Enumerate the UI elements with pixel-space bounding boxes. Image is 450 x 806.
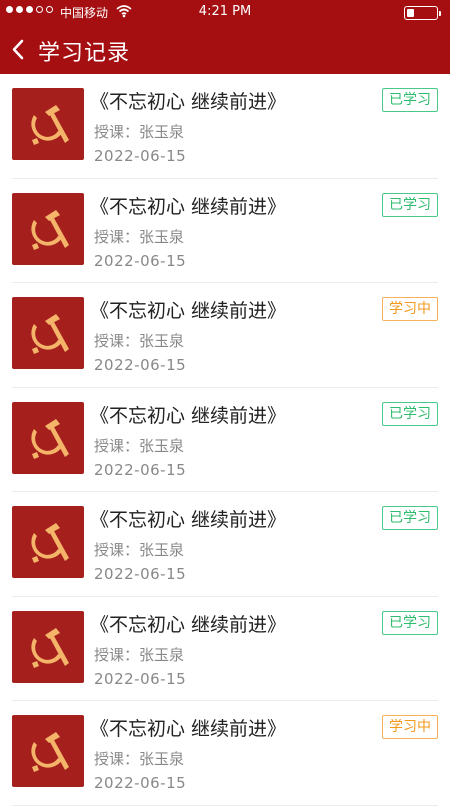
page-title: 学习记录 [38, 41, 131, 66]
course-teacher: 授课：张玉泉 [94, 645, 185, 664]
record-item[interactable]: 《不忘初心 继续前进》 授课：张玉泉 2022-06-15 学习中 [12, 283, 438, 388]
course-title: 《不忘初心 继续前进》 [90, 91, 287, 113]
status-badge: 学习中 [382, 715, 438, 739]
course-teacher: 授课：张玉泉 [94, 123, 185, 141]
study-date: 2022-06-15 [94, 460, 187, 479]
course-title: 《不忘初心 继续前进》 [90, 195, 287, 218]
record-item[interactable]: 《不忘初心 继续前进》 授课：张玉泉 2022-06-15 已学习 [12, 597, 438, 701]
status-badge: 已学习 [382, 401, 438, 426]
status-bar: 中国移动 4:21 PM [0, 0, 450, 25]
status-time: 4:21 PM [198, 4, 252, 19]
study-record-list: 《不忘初心 继续前进》 授课：张玉泉 2022-06-15 已学习 《不忘初心 … [0, 74, 450, 806]
course-title: 《不忘初心 继续前进》 [90, 509, 287, 531]
study-date: 2022-06-15 [94, 669, 187, 688]
course-teacher: 授课：张玉泉 [94, 332, 185, 350]
record-item[interactable]: 《不忘初心 继续前进》 授课：张玉泉 2022-06-15 已学习 [12, 74, 438, 179]
study-date: 2022-06-15 [94, 356, 187, 374]
study-date: 2022-06-15 [94, 147, 187, 165]
record-item[interactable]: 《不忘初心 继续前进》 授课：张玉泉 2022-06-15 已学习 [12, 492, 438, 597]
battery-icon [404, 6, 441, 20]
course-thumbnail [12, 88, 84, 160]
study-date: 2022-06-15 [94, 565, 187, 583]
status-badge: 学习中 [382, 297, 438, 321]
hammer-sickle-icon [31, 627, 69, 668]
course-title: 《不忘初心 继续前进》 [90, 404, 287, 427]
course-teacher: 授课：张玉泉 [94, 227, 185, 246]
course-teacher: 授课：张玉泉 [94, 436, 185, 455]
study-date: 2022-06-15 [94, 774, 187, 792]
hammer-sickle-icon [31, 418, 69, 459]
course-thumbnail [12, 192, 84, 265]
record-item[interactable]: 《不忘初心 继续前进》 授课：张玉泉 2022-06-15 已学习 [12, 179, 438, 283]
study-date: 2022-06-15 [94, 251, 187, 270]
course-thumbnail [12, 297, 84, 369]
battery-level [407, 9, 414, 17]
back-button[interactable] [6, 35, 32, 65]
app-header: 中国移动 4:21 PM 学习记录 [0, 0, 450, 74]
course-thumbnail [12, 610, 84, 683]
chevron-left-icon [12, 39, 24, 60]
course-title: 《不忘初心 继续前进》 [90, 300, 287, 322]
course-title: 《不忘初心 继续前进》 [90, 613, 287, 636]
course-title: 《不忘初心 继续前进》 [90, 718, 287, 740]
hammer-sickle-icon [31, 732, 69, 772]
status-badge: 已学习 [382, 506, 438, 530]
course-thumbnail [12, 401, 84, 474]
navigation-bar: 学习记录 [0, 25, 450, 74]
hammer-sickle-icon [31, 105, 69, 145]
hammer-sickle-icon [31, 314, 69, 354]
course-teacher: 授课：张玉泉 [94, 750, 185, 768]
course-thumbnail [12, 715, 84, 787]
hammer-sickle-icon [31, 209, 69, 250]
course-teacher: 授课：张玉泉 [94, 541, 185, 559]
record-item[interactable]: 《不忘初心 继续前进》 授课：张玉泉 2022-06-15 学习中 [12, 701, 438, 806]
hammer-sickle-icon [31, 523, 69, 563]
status-badge: 已学习 [382, 88, 438, 112]
status-badge: 已学习 [382, 192, 438, 217]
status-badge: 已学习 [382, 610, 438, 635]
record-item[interactable]: 《不忘初心 继续前进》 授课：张玉泉 2022-06-15 已学习 [12, 388, 438, 492]
course-thumbnail [12, 506, 84, 578]
